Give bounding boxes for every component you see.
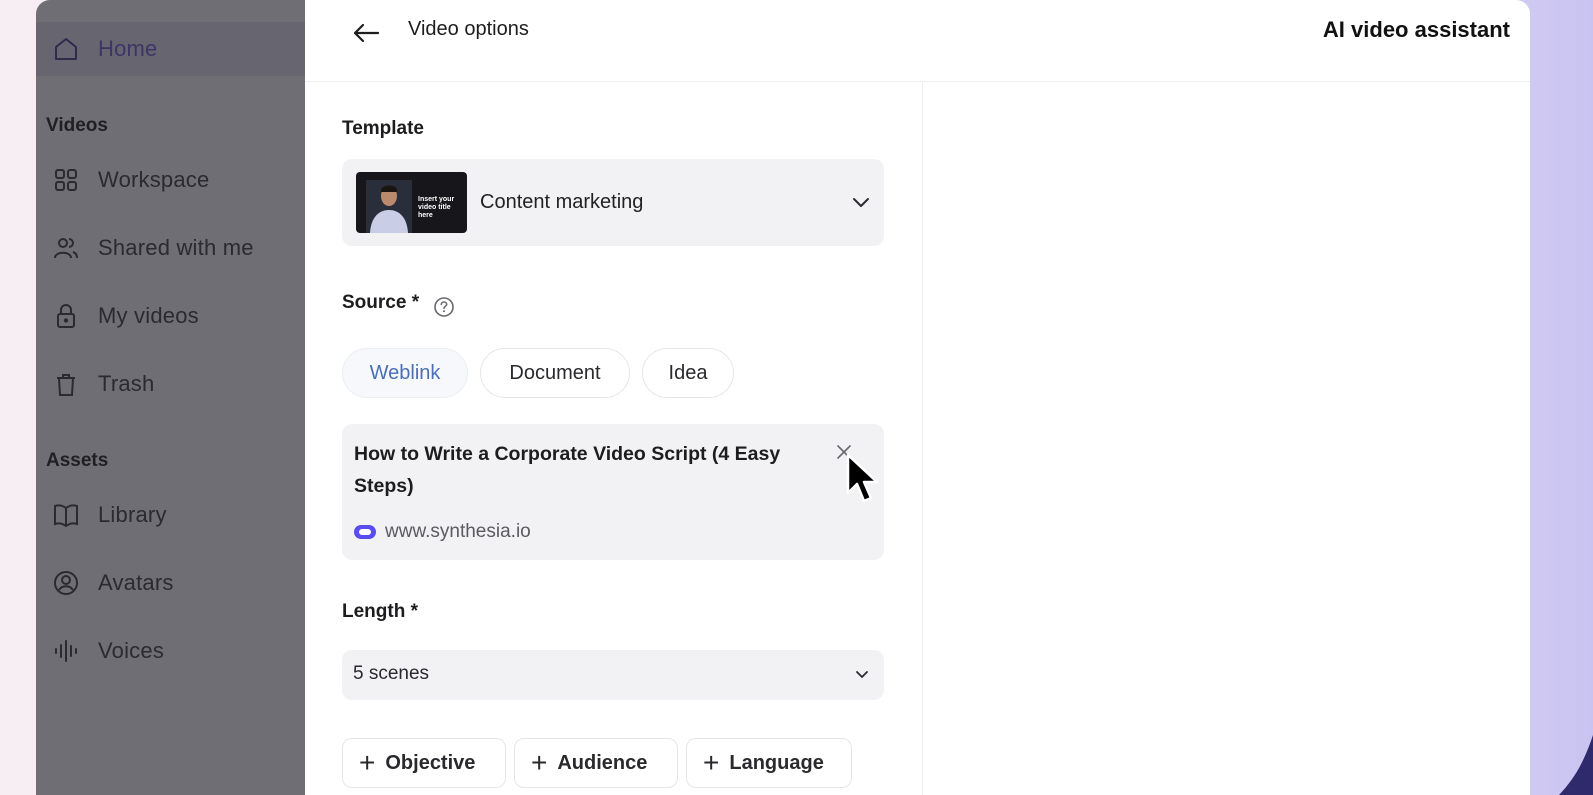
- chevron-down-icon: [852, 664, 872, 684]
- thumbnail-text: Insert your video title here: [418, 196, 455, 219]
- sidebar-item-my-videos[interactable]: My videos: [36, 289, 305, 343]
- lock-icon: [52, 302, 80, 330]
- add-objective-label: Objective: [385, 751, 476, 774]
- plus-icon: +: [703, 747, 720, 778]
- sidebar-item-label: Voices: [98, 638, 165, 663]
- section-title-videos: Videos: [46, 115, 108, 136]
- sidebar-item-label: My videos: [98, 303, 199, 328]
- chevron-down-icon: [850, 191, 872, 213]
- template-select[interactable]: Insert your video title here Content mar…: [342, 159, 884, 246]
- sidebar-item-label: Home: [98, 36, 158, 61]
- mouse-cursor-icon: [846, 453, 879, 503]
- source-chip-idea[interactable]: Idea: [642, 348, 734, 398]
- sidebar-item-label: Shared with me: [98, 235, 254, 260]
- template-name: Content marketing: [480, 191, 644, 213]
- avatar-icon: [52, 569, 80, 597]
- source-chip-weblink[interactable]: Weblink: [342, 348, 468, 398]
- sidebar-item-avatars[interactable]: Avatars: [36, 556, 305, 610]
- synthesia-logo-icon: [354, 525, 376, 539]
- waveform-icon: [52, 637, 80, 665]
- source-chip-document[interactable]: Document: [480, 348, 630, 398]
- presenter-image: [366, 180, 412, 233]
- help-icon[interactable]: [433, 296, 455, 318]
- add-language-button[interactable]: + Language: [686, 738, 852, 788]
- assistant-title: AI video assistant: [1322, 17, 1510, 42]
- page-title: Video options: [408, 18, 529, 40]
- sidebar-item-label: Trash: [98, 371, 155, 396]
- sidebar-item-label: Workspace: [98, 167, 210, 192]
- source-label: Source *: [342, 292, 420, 313]
- source-card: How to Write a Corporate Video Script (4…: [342, 424, 884, 560]
- sidebar: Home Videos Workspace Shared with me My …: [36, 0, 305, 795]
- grid-icon: [52, 166, 80, 194]
- home-icon: [52, 35, 80, 63]
- length-value: 5 scenes: [353, 663, 430, 684]
- trash-icon: [52, 370, 80, 398]
- plus-icon: +: [531, 747, 548, 778]
- add-objective-button[interactable]: + Objective: [342, 738, 506, 788]
- add-audience-label: Audience: [557, 751, 648, 774]
- sidebar-item-label: Avatars: [98, 570, 174, 595]
- sidebar-item-trash[interactable]: Trash: [36, 357, 305, 411]
- back-button[interactable]: [349, 16, 383, 50]
- book-icon: [52, 501, 80, 529]
- sidebar-item-shared[interactable]: Shared with me: [36, 221, 305, 275]
- sidebar-item-home[interactable]: Home: [36, 22, 305, 76]
- top-bar: Video options AI video assistant: [305, 0, 1530, 82]
- sidebar-item-voices[interactable]: Voices: [36, 624, 305, 678]
- add-language-label: Language: [729, 751, 824, 774]
- section-title-assets: Assets: [46, 450, 109, 471]
- video-options-panel: Video options AI video assistant Templat…: [305, 0, 1530, 795]
- length-select[interactable]: 5 scenes: [342, 650, 884, 700]
- template-label: Template: [342, 118, 425, 139]
- sidebar-item-library[interactable]: Library: [36, 488, 305, 542]
- add-audience-button[interactable]: + Audience: [514, 738, 678, 788]
- template-thumbnail: Insert your video title here: [356, 172, 467, 233]
- column-divider: [922, 82, 923, 795]
- length-label: Length *: [342, 601, 418, 622]
- plus-icon: +: [359, 747, 376, 778]
- source-card-title: How to Write a Corporate Video Script (4…: [354, 443, 781, 497]
- decorative-swoosh: [1559, 735, 1593, 795]
- source-url: www.synthesia.io: [385, 521, 531, 542]
- sidebar-item-workspace[interactable]: Workspace: [36, 153, 305, 207]
- sidebar-item-label: Library: [98, 502, 167, 527]
- arrow-left-icon: [353, 23, 380, 43]
- users-icon: [52, 234, 80, 262]
